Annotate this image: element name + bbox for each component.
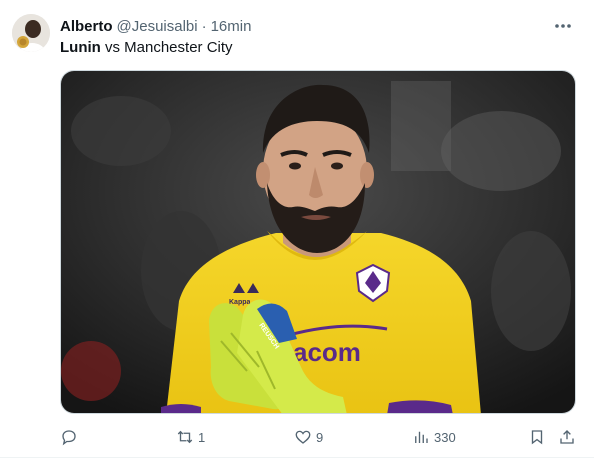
tweet-text: Lunin vs Manchester City	[60, 38, 233, 58]
author-name[interactable]: Alberto	[60, 18, 113, 35]
reply-icon	[62, 430, 76, 446]
tweet-text-bold: Lunin	[60, 39, 101, 56]
avatar[interactable]	[12, 14, 50, 52]
goalkeeper-photo: Kappa acom REUSCH	[61, 71, 575, 413]
jersey-sponsor-text: acom	[293, 337, 361, 367]
timestamp[interactable]: 16min	[211, 18, 252, 35]
tweet-header: Alberto @Jesuisalbi · 16min	[60, 15, 534, 37]
bookmark-button[interactable]	[528, 427, 546, 447]
like-button[interactable]: 9	[294, 427, 323, 447]
tweet-actions: 1 9 330	[60, 424, 580, 450]
views-chart-icon	[415, 431, 428, 443]
share-icon	[560, 430, 574, 444]
separator-dot: ·	[201, 17, 207, 35]
heart-icon	[295, 430, 311, 444]
tweet-text-rest: vs Manchester City	[100, 39, 233, 56]
tweet-card[interactable]: Alberto @Jesuisalbi · 16min Lunin vs Man…	[0, 0, 594, 458]
reply-button[interactable]	[60, 427, 82, 447]
avatar-image	[12, 14, 50, 52]
bookmark-icon	[531, 430, 543, 445]
views-button[interactable]: 330	[412, 427, 456, 447]
tweet-media-photo[interactable]: Kappa acom REUSCH	[60, 70, 576, 414]
view-count: 330	[434, 429, 456, 445]
repost-button[interactable]: 1	[176, 427, 205, 447]
repost-icon	[177, 430, 193, 444]
repost-count: 1	[198, 429, 206, 445]
share-button[interactable]	[558, 427, 576, 447]
more-options-icon[interactable]	[550, 16, 576, 36]
like-count: 9	[316, 429, 324, 445]
author-handle[interactable]: @Jesuisalbi	[117, 18, 198, 35]
